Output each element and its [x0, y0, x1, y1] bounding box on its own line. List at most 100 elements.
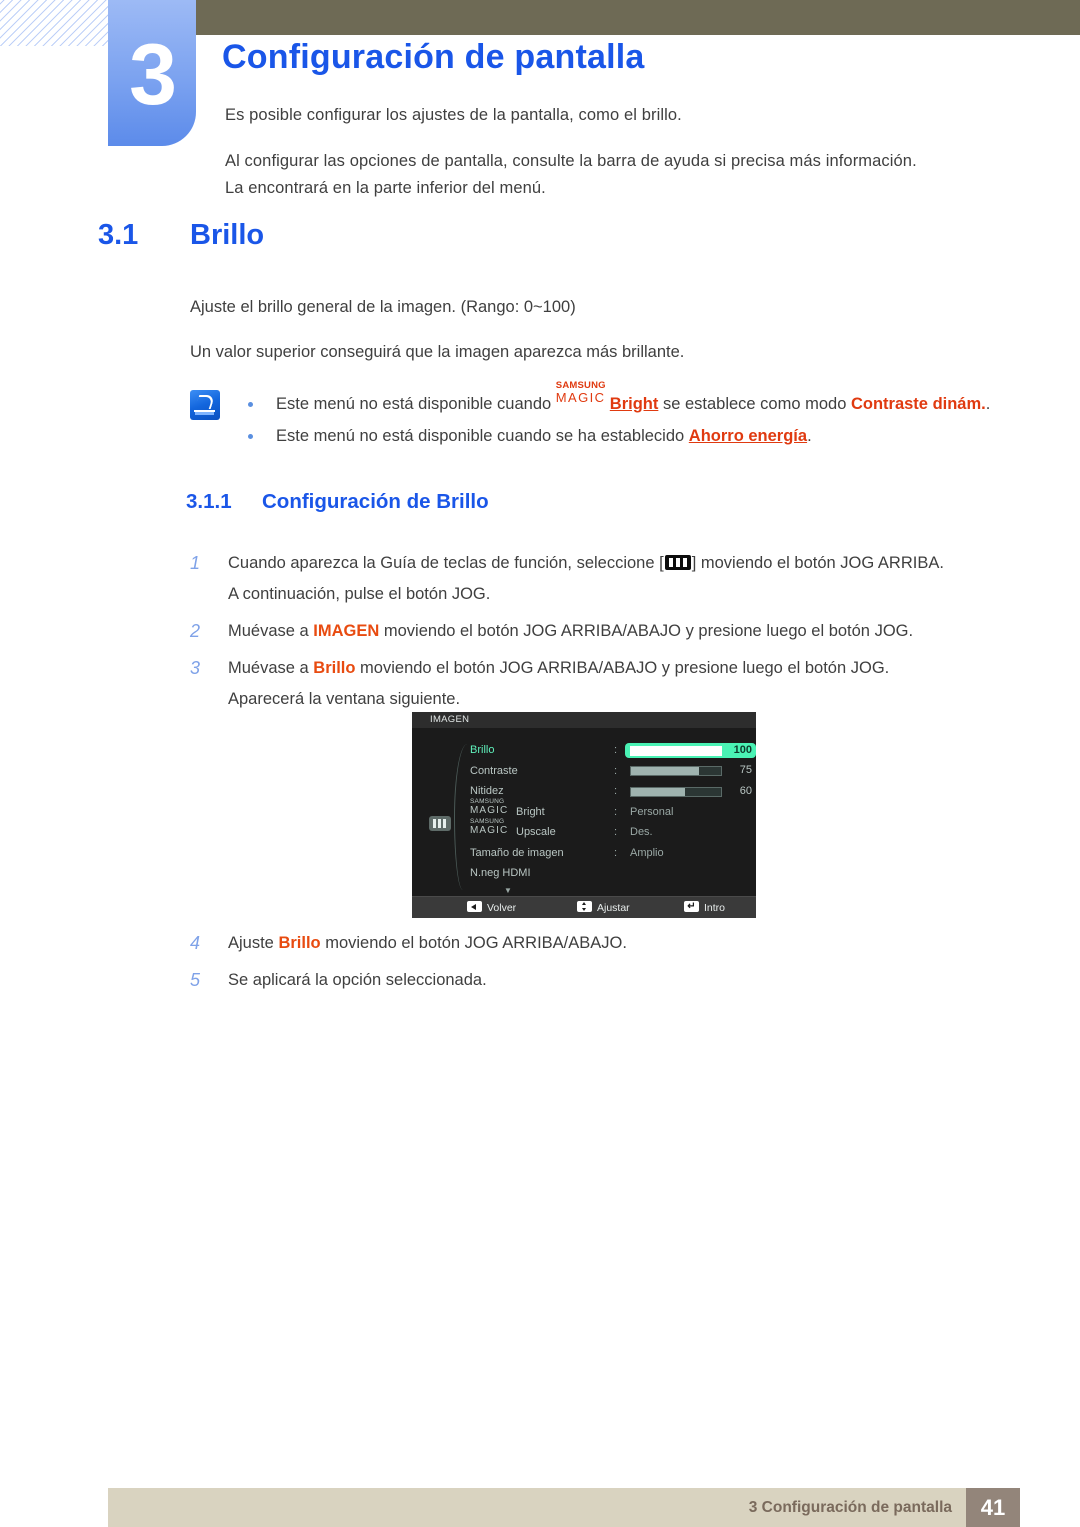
- osd-colon: :: [614, 744, 618, 756]
- osd-slider-fill: [630, 745, 722, 756]
- arrow-up-down-icon: [577, 901, 592, 912]
- osd-row-label-text: Bright: [516, 805, 545, 818]
- note-text-after: .: [807, 427, 812, 445]
- note-text-middle: se establece como modo: [658, 395, 851, 413]
- samsung-magic-logo: SAMSUNG MAGIC: [470, 798, 516, 816]
- section-heading: 3.1 Brillo: [98, 219, 264, 252]
- page-number: 41: [966, 1488, 1020, 1527]
- section-paragraph-2: Un valor superior conseguirá que la imag…: [190, 343, 685, 361]
- chapter-intro-line-1: Es posible configurar los ajustes de la …: [225, 106, 682, 124]
- osd-colon: :: [614, 785, 618, 797]
- osd-row-magic-upscale[interactable]: SAMSUNG MAGIC Upscale : Des.: [470, 818, 756, 843]
- magic-top-text: SAMSUNG: [470, 797, 505, 805]
- magic-top-text: SAMSUNG: [555, 379, 606, 391]
- footer-breadcrumb: 3 Configuración de pantalla: [748, 1499, 952, 1516]
- step-text-b: ] moviendo el botón JOG ARRIBA.: [691, 554, 944, 572]
- osd-menu-panel: IMAGEN Brillo : 100 Contraste : 75 Nitid…: [412, 712, 756, 918]
- osd-slider[interactable]: 75: [625, 763, 756, 778]
- note-item: Este menú no está disponible cuando se h…: [240, 420, 1040, 452]
- step-text-b: moviendo el botón JOG ARRIBA/ABAJO y pre…: [379, 622, 914, 640]
- samsung-magic-logo: SAMSUNG MAGIC: [556, 380, 610, 410]
- step-subtext: Aparecerá la ventana siguiente.: [228, 690, 461, 708]
- osd-row-magic-bright[interactable]: SAMSUNG MAGIC Bright : Personal: [470, 798, 756, 823]
- osd-row-label: Tamaño de imagen: [470, 846, 564, 859]
- osd-row-value: 60: [739, 784, 752, 797]
- osd-row-nitidez[interactable]: Nitidez : 60: [470, 781, 756, 802]
- steps-list: 1 Cuando aparezca la Guía de teclas de fu…: [186, 548, 1026, 721]
- osd-row-contraste[interactable]: Contraste : 75: [470, 761, 756, 782]
- osd-row-label: N.neg HDMI: [470, 867, 531, 879]
- picture-menu-icon: [429, 816, 451, 831]
- step-item: 5 Se aplicará la opción seleccionada.: [186, 965, 1026, 996]
- step-item: 3 Muévase a Brillo moviendo el botón JOG …: [186, 653, 1026, 715]
- osd-row-value: Personal: [630, 805, 674, 818]
- step-text-a: Se aplicará la opción seleccionada.: [228, 971, 487, 989]
- osd-title: IMAGEN: [412, 712, 756, 728]
- osd-footer-ajustar[interactable]: Ajustar: [577, 897, 630, 918]
- osd-colon: :: [614, 764, 618, 777]
- step-item: 1 Cuando aparezca la Guía de teclas de fu…: [186, 548, 1026, 610]
- menu-bars-icon: [664, 555, 691, 570]
- osd-slider-track: [630, 745, 722, 756]
- osd-row-brillo[interactable]: Brillo : 100: [470, 740, 756, 761]
- samsung-magic-logo: SAMSUNG MAGIC: [470, 818, 516, 836]
- osd-slider[interactable]: 100: [625, 742, 756, 758]
- section-number: 3.1: [98, 219, 139, 251]
- decorative-hatch-pattern: [0, 0, 120, 46]
- note-text-before: Este menú no está disponible cuando: [276, 395, 556, 413]
- osd-row-label: Contraste: [470, 764, 518, 777]
- chapter-number-badge: 3: [108, 0, 196, 146]
- step-highlight: Brillo: [278, 934, 321, 952]
- note-text-after: .: [985, 395, 991, 413]
- bullet-icon: [248, 402, 253, 407]
- note-list: Este menú no está disponible cuando SAMS…: [240, 380, 1040, 452]
- note-text-before: Este menú no está disponible cuando se h…: [276, 427, 689, 445]
- osd-row-value: 75: [739, 764, 752, 776]
- osd-footer-intro[interactable]: Intro: [684, 897, 725, 918]
- note-highlight: Contraste dinám.: [850, 395, 986, 413]
- chapter-intro-line-2: Al configurar las opciones de pantalla, …: [225, 152, 917, 170]
- chevron-down-icon[interactable]: ▼: [504, 886, 512, 895]
- header-bar: [196, 0, 1080, 35]
- note-highlight: Ahorro energía: [688, 427, 808, 445]
- osd-row-label-text: Upscale: [516, 826, 556, 838]
- note-item: Este menú no está disponible cuando SAMS…: [240, 380, 1040, 420]
- step-number: 3: [190, 658, 201, 678]
- osd-row-tamano-imagen[interactable]: Tamaño de imagen : Amplio: [470, 843, 756, 864]
- osd-row-value: Des.: [630, 826, 653, 838]
- osd-row-value: 100: [733, 743, 752, 756]
- page-title: Configuración de pantalla: [222, 38, 645, 76]
- osd-colon: :: [614, 826, 618, 838]
- section-paragraph-1: Ajuste el brillo general de la imagen. (…: [190, 298, 576, 316]
- step-text-b: moviendo el botón JOG ARRIBA/ABAJO.: [320, 934, 627, 952]
- subsection-number: 3.1.1: [186, 490, 232, 513]
- osd-row-value: Amplio: [630, 846, 664, 859]
- bullet-icon: [248, 434, 253, 439]
- step-item: 2 Muévase a IMAGEN moviendo el botón JOG …: [186, 616, 1026, 647]
- step-text-a: Ajuste: [228, 934, 279, 952]
- step-number: 5: [190, 970, 201, 990]
- step-highlight: Brillo: [313, 659, 356, 677]
- section-title: Brillo: [190, 219, 265, 251]
- step-subtext: A continuación, pulse el botón JOG.: [228, 585, 491, 603]
- step-item: 4 Ajuste Brillo moviendo el botón JOG ARR…: [186, 928, 1026, 959]
- osd-slider-track: [630, 766, 722, 776]
- osd-footer-label: Intro: [704, 902, 726, 914]
- steps-list-continued: 4 Ajuste Brillo moviendo el botón JOG ARR…: [186, 928, 1026, 1002]
- osd-slider-fill: [631, 767, 699, 775]
- step-highlight: IMAGEN: [313, 622, 380, 640]
- step-number: 2: [190, 621, 201, 641]
- osd-slider-fill: [631, 787, 685, 796]
- osd-slider[interactable]: 60: [625, 784, 756, 799]
- osd-colon: :: [614, 846, 618, 859]
- osd-row-nneg-hdmi[interactable]: N.neg HDMI: [470, 863, 756, 884]
- osd-footer-volver[interactable]: Volver: [467, 897, 516, 918]
- step-text-a: Muévase a: [228, 659, 314, 677]
- osd-rows: Brillo : 100 Contraste : 75 Nitidez : 60…: [470, 740, 756, 884]
- step-text-b: moviendo el botón JOG ARRIBA/ABAJO y pre…: [355, 659, 890, 677]
- magic-bottom-text: MAGIC: [470, 825, 509, 836]
- osd-row-label: SAMSUNG MAGIC Upscale: [470, 818, 556, 843]
- arrow-left-icon: [467, 901, 482, 912]
- magic-feature-name: Bright: [609, 395, 659, 413]
- magic-top-text: SAMSUNG: [470, 818, 505, 825]
